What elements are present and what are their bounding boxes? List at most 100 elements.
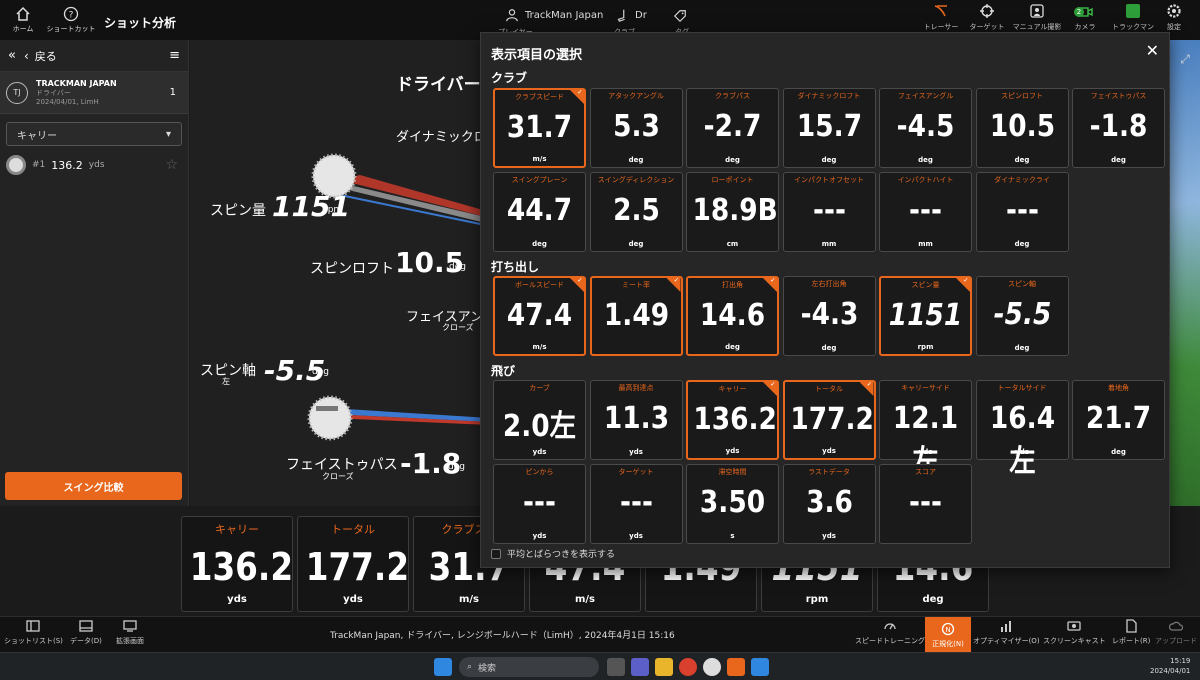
data-button[interactable]: データ(D) — [70, 619, 102, 646]
metric-tile[interactable]: 左右打出角 -4.3 deg — [782, 276, 876, 356]
metric-tile[interactable]: インパクトオフセット --- mm — [782, 172, 876, 252]
metric-tile[interactable]: スピンロフト 10.5 deg — [975, 88, 1069, 168]
taskbar-search[interactable]: ⌕ 検索 — [459, 657, 599, 677]
metric-tile[interactable]: アタックアングル 5.3 deg — [589, 88, 683, 168]
metric-tile[interactable]: クラブパス -2.7 deg — [686, 88, 779, 168]
session-row[interactable]: TJ TRACKMAN JAPAN ドライバー 2024/04/01, LimH… — [0, 72, 188, 114]
upload-button[interactable]: アップロード — [1155, 619, 1197, 646]
sidebar-icon — [26, 620, 41, 632]
user-icon — [506, 9, 518, 22]
metric-tile[interactable]: スピン量 1151 rpm — [879, 276, 972, 356]
bottom-tile-carry[interactable]: キャリー 136.2 yds — [181, 516, 293, 612]
metric-tile[interactable]: 滞空時間 3.50 s — [686, 464, 779, 544]
star-icon[interactable]: ☆ — [165, 157, 182, 173]
svg-text:?: ? — [69, 11, 74, 21]
metric-dropdown[interactable]: キャリー ▾ — [6, 122, 182, 146]
metric-tile-header: スコア — [915, 468, 936, 476]
left-panel-header: « ‹ 戻る ≡ — [0, 40, 188, 72]
metric-tile[interactable]: ボールスピード 47.4 m/s — [493, 276, 586, 356]
close-icon[interactable]: ✕ — [1146, 41, 1159, 60]
face-angle-sub: クローズ — [442, 323, 474, 332]
app-icon[interactable] — [703, 658, 721, 676]
metric-tile[interactable]: キャリーサイド 12.1左 yds — [879, 380, 972, 479]
windows-start-icon[interactable] — [434, 658, 452, 676]
spin-axis-sub: 左 — [222, 377, 230, 386]
shot-list-item[interactable]: #1 136.2 yds ☆ — [6, 154, 182, 176]
home-icon — [16, 6, 30, 21]
metric-tile-unit: deg — [628, 156, 644, 164]
trackman-app-icon[interactable] — [727, 658, 745, 676]
tag-button[interactable] — [673, 8, 687, 27]
metric-tile[interactable]: トータルサイド 16.4左 yds — [975, 380, 1069, 479]
clock[interactable]: 15:19 2024/04/01 — [1150, 656, 1190, 676]
metric-tile-header: 着地角 — [1108, 384, 1129, 392]
metric-tile-unit: cm — [726, 240, 739, 248]
bottom-tile-total[interactable]: トータル 177.2 yds — [297, 516, 409, 612]
metric-tile[interactable]: トータル 177.2 yds — [782, 380, 876, 460]
shot-value: 136.2 — [51, 158, 83, 172]
optimizer-label: オプティマイザー(O) — [973, 637, 1040, 645]
player-selector[interactable]: TrackMan Japan — [505, 8, 603, 22]
metric-tile[interactable]: スイングディレクション 2.5 deg — [589, 172, 683, 252]
teams-icon[interactable] — [631, 658, 649, 676]
store-icon[interactable] — [751, 658, 769, 676]
session-shot-count: 1 — [169, 87, 176, 98]
speed-training-button[interactable]: スピードトレーニング — [855, 619, 925, 646]
metric-tile[interactable]: カーブ 2.0左 yds — [493, 380, 586, 460]
menu-icon[interactable]: ≡ — [169, 48, 180, 63]
report-button[interactable]: レポート(R) — [1112, 619, 1150, 646]
metric-tile[interactable]: ミート率 1.49 — [589, 276, 683, 356]
metric-tile[interactable]: 着地角 21.7 deg — [1072, 380, 1165, 460]
metric-tile-value: 10.5 — [989, 109, 1055, 144]
metric-tile-header: スイングプレーン — [511, 176, 568, 184]
task-view-icon[interactable] — [607, 658, 625, 676]
metric-tile[interactable]: スコア --- — [879, 464, 972, 544]
bottom-toolbar: ショットリスト(S) データ(D) 拡張画面 TrackMan Japan, ド… — [0, 616, 1200, 653]
chrome-icon[interactable] — [679, 658, 697, 676]
metric-tile-header: ボールスピード — [515, 281, 564, 289]
normalize-button[interactable]: N 正規化(N) — [925, 617, 971, 653]
dialog-title: 表示項目の選択 — [491, 48, 583, 63]
metric-tile-value: 3.6 — [805, 485, 853, 520]
metric-tile-value: --- — [812, 193, 846, 228]
shot-number: #1 — [32, 160, 46, 170]
file-explorer-icon[interactable] — [655, 658, 673, 676]
club-selector[interactable]: Dr — [615, 8, 647, 22]
metric-tile-header: 左右打出角 — [811, 280, 847, 288]
report-label: レポート(R) — [1112, 637, 1151, 645]
back-label: 戻る — [34, 49, 57, 63]
metric-tile[interactable]: クラブスピード 31.7 m/s — [493, 88, 586, 168]
metric-tile[interactable]: ローポイント 18.9B cm — [686, 172, 779, 252]
metric-tile-value: --- — [909, 485, 942, 520]
metric-tile[interactable]: スイングプレーン 44.7 deg — [493, 172, 586, 252]
optimizer-button[interactable]: オプティマイザー(O) — [973, 619, 1040, 646]
metric-tile-header: トータルサイド — [997, 384, 1047, 392]
metric-tile[interactable]: ダイナミックロフト 15.7 deg — [782, 88, 876, 168]
home-button[interactable]: ホーム — [6, 0, 40, 40]
manual-capture-icon — [1030, 4, 1044, 18]
metric-tile[interactable]: ターゲット --- yds — [589, 464, 683, 544]
screencast-button[interactable]: スクリーンキャスト — [1043, 619, 1106, 646]
shot-list-button[interactable]: ショットリスト(S) — [4, 619, 63, 646]
expand-screen-button[interactable]: 拡張画面 — [116, 619, 144, 646]
metric-tile-unit: deg — [628, 240, 644, 248]
data-label: データ(D) — [70, 637, 102, 645]
back-button[interactable]: ‹ 戻る — [24, 48, 57, 64]
show-average-checkbox[interactable]: 平均とばらつきを表示する — [491, 547, 615, 560]
shortcut-button[interactable]: ? ショートカット — [44, 0, 98, 40]
metric-dropdown-value: キャリー — [17, 130, 57, 142]
swing-compare-button[interactable]: スイング比較 — [5, 472, 182, 500]
fullscreen-icon[interactable]: ⤢ — [1173, 48, 1197, 70]
metric-tile[interactable]: 打出角 14.6 deg — [686, 276, 779, 356]
metric-tile[interactable]: キャリー 136.2 yds — [686, 380, 779, 460]
metric-tile[interactable]: インパクトハイト --- mm — [879, 172, 972, 252]
metric-tile[interactable]: フェイスアングル -4.5 deg — [879, 88, 972, 168]
metric-tile[interactable]: 最高到達点 11.3 yds — [589, 380, 683, 460]
metric-tile[interactable]: ダイナミックライ --- deg — [975, 172, 1069, 252]
collapse-panel-icon[interactable]: « — [8, 48, 16, 63]
session-status-text: TrackMan Japan, ドライバー, レンジボールハード（LimH）, … — [330, 631, 675, 641]
metric-tile[interactable]: ピンから --- yds — [493, 464, 586, 544]
metric-tile[interactable]: フェイストゥパス -1.8 deg — [1072, 88, 1165, 168]
metric-tile[interactable]: スピン軸 -5.5 deg — [975, 276, 1069, 356]
metric-tile[interactable]: ラストデータ 3.6 yds — [782, 464, 876, 544]
